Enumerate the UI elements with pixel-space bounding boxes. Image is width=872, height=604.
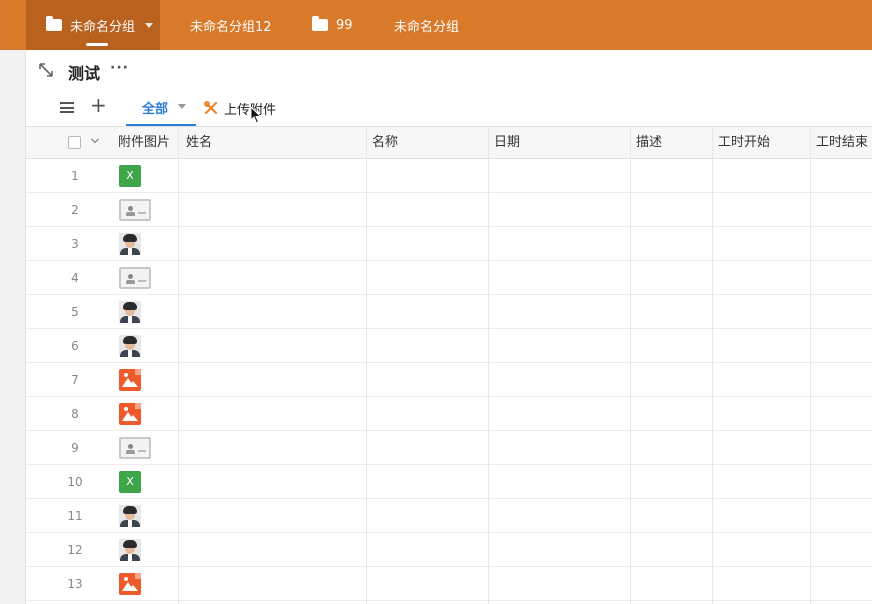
column-header-work-start[interactable]: 工时开始 (718, 127, 770, 159)
row-number: 8 (71, 407, 79, 421)
top-tab-group-1[interactable]: 未命名分组 (26, 0, 160, 50)
top-tab-group-3[interactable]: 99 (312, 0, 353, 50)
table-row[interactable]: 13 (26, 567, 872, 601)
portrait-thumbnail[interactable] (119, 301, 141, 323)
select-all-checkbox[interactable] (68, 136, 81, 149)
top-tab-label: 未命名分组 (70, 19, 136, 35)
table-row[interactable]: 8 (26, 397, 872, 431)
portrait-thumbnail[interactable] (119, 335, 141, 357)
mouse-cursor-icon (250, 106, 262, 124)
table-row[interactable]: 12 (26, 533, 872, 567)
caret-down-icon[interactable] (178, 104, 186, 109)
image-file-icon[interactable] (119, 403, 141, 425)
row-number: 7 (71, 373, 79, 387)
image-file-icon[interactable] (119, 369, 141, 391)
table-row[interactable]: 4 (26, 261, 872, 295)
table-row[interactable]: 9 (26, 431, 872, 465)
row-number: 9 (71, 441, 79, 455)
more-options-icon[interactable]: ··· (110, 60, 129, 76)
table-row[interactable]: 2 (26, 193, 872, 227)
left-sidebar-strip (0, 50, 26, 604)
id-card-thumbnail[interactable] (119, 267, 151, 289)
excel-file-icon[interactable]: X (119, 471, 141, 493)
row-number: 1 (71, 169, 79, 183)
expand-icon[interactable] (38, 62, 54, 78)
id-card-thumbnail[interactable] (119, 437, 151, 459)
row-number: 3 (71, 237, 79, 251)
image-file-icon[interactable] (119, 573, 141, 595)
column-header-attachment[interactable]: 附件图片 (118, 127, 170, 159)
top-tab-bar: 未命名分组 未命名分组12 99 未命名分组 (0, 0, 872, 50)
portrait-thumbnail[interactable] (119, 233, 141, 255)
portrait-thumbnail[interactable] (119, 505, 141, 527)
folder-icon (46, 16, 62, 31)
id-card-thumbnail[interactable] (119, 199, 151, 221)
view-tab-label: 全部 (142, 102, 169, 117)
caret-down-icon[interactable] (145, 22, 154, 28)
page-title: 测试 (68, 64, 101, 83)
top-tab-group-4[interactable]: 未命名分组 (394, 0, 459, 50)
menu-icon[interactable] (60, 102, 74, 113)
table-row[interactable]: 3 (26, 227, 872, 261)
column-header-work-end[interactable]: 工时结束 (816, 127, 868, 159)
table-header: 附件图片 姓名 名称 日期 描述 工时开始 工时结束 (26, 127, 872, 159)
top-tab-label: 99 (336, 17, 353, 33)
row-number: 6 (71, 339, 79, 353)
upload-attachment-button[interactable]: 上传附件 (204, 97, 276, 119)
table-row[interactable]: 1X (26, 159, 872, 193)
main-panel: 测试 ··· + 全部 上传附件 附件图片 姓名 名称 日期 描述 工时开始 工… (26, 50, 872, 604)
table-row[interactable]: 5 (26, 295, 872, 329)
table-row[interactable]: 7 (26, 363, 872, 397)
column-header-date[interactable]: 日期 (494, 127, 520, 159)
excel-file-icon[interactable]: X (119, 165, 141, 187)
row-number: 5 (71, 305, 79, 319)
row-number: 12 (67, 543, 83, 557)
column-header-description[interactable]: 描述 (636, 127, 662, 159)
row-number: 13 (67, 577, 83, 591)
table-row[interactable]: 6 (26, 329, 872, 363)
top-tab-label: 未命名分组 (394, 19, 460, 35)
row-number: 10 (67, 475, 83, 489)
page-header: 测试 ··· (26, 50, 872, 90)
tools-icon (204, 101, 218, 115)
active-tab-indicator (86, 43, 108, 46)
row-number: 2 (71, 203, 79, 217)
table-row[interactable]: 11 (26, 499, 872, 533)
row-number: 11 (67, 509, 83, 523)
portrait-thumbnail[interactable] (119, 539, 141, 561)
row-number: 4 (71, 271, 79, 285)
folder-icon (312, 16, 328, 31)
top-tab-group-2[interactable]: 未命名分组12 (190, 0, 272, 50)
table-row[interactable]: 10 X (26, 465, 872, 499)
view-tab-all[interactable]: 全部 (126, 90, 196, 126)
column-header-title[interactable]: 名称 (372, 127, 398, 159)
top-tab-label: 未命名分组12 (190, 19, 272, 35)
column-header-name[interactable]: 姓名 (186, 127, 212, 159)
chevron-down-icon[interactable] (90, 136, 100, 146)
add-view-icon[interactable]: + (90, 94, 107, 116)
view-toolbar: + 全部 上传附件 (26, 90, 872, 126)
data-table: 附件图片 姓名 名称 日期 描述 工时开始 工时结束 1 X 2 3 4 5 6 7 8 9 10 X… (26, 126, 872, 604)
